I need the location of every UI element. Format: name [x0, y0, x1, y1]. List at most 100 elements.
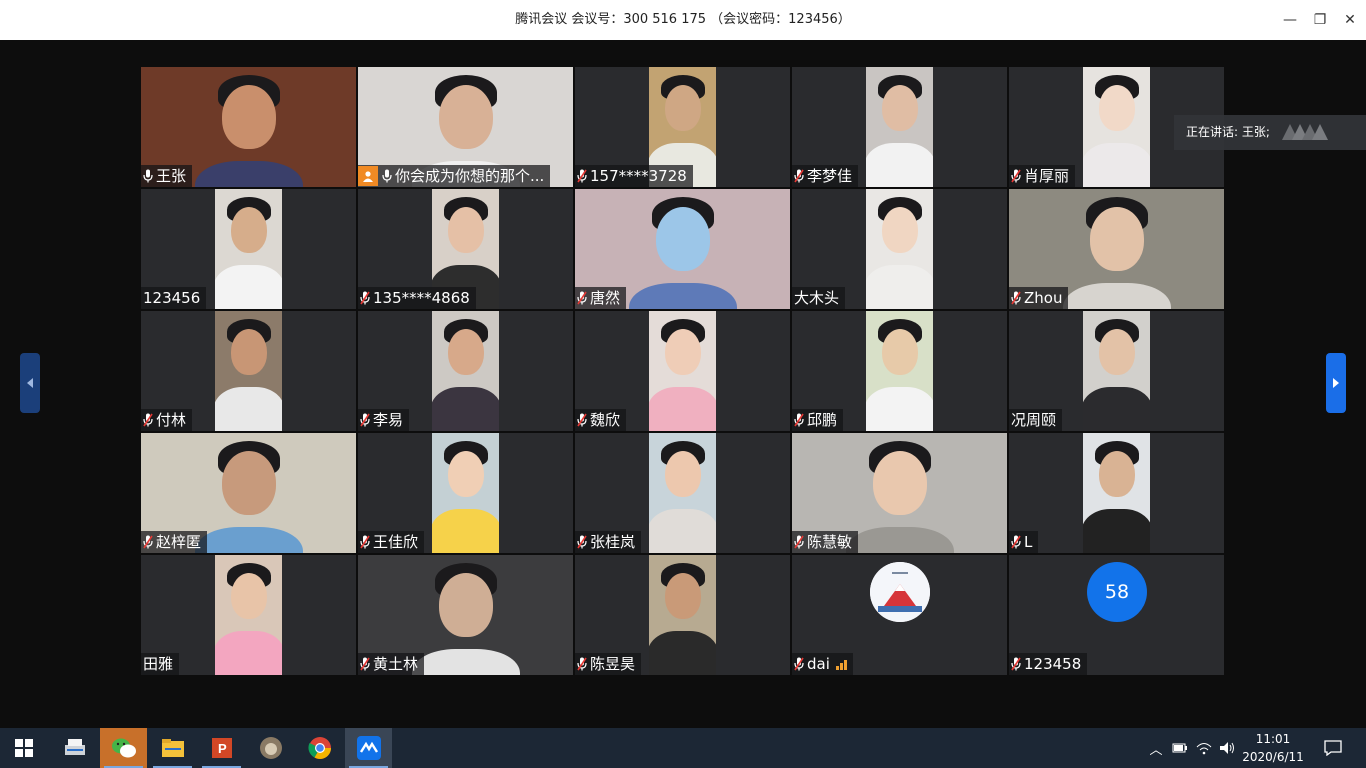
windows-logo-icon: [14, 739, 33, 757]
participant-name: 你会成为你想的那个...: [395, 167, 545, 185]
battery-icon[interactable]: [1170, 738, 1190, 758]
mic-muted-icon: [360, 291, 370, 305]
participant-name-tag: 123458: [1009, 653, 1088, 675]
mic-muted-icon: [794, 657, 804, 671]
mic-muted-icon: [577, 535, 587, 549]
previous-page-button[interactable]: [20, 353, 40, 413]
participant-tile[interactable]: 135****4868: [358, 189, 573, 309]
show-hidden-icons-button[interactable]: ︿: [1146, 738, 1166, 758]
action-center-icon[interactable]: [1322, 738, 1344, 758]
participant-name-tag: 王张: [141, 165, 193, 187]
participant-name: 田雅: [143, 655, 174, 673]
clock-time: 11:01: [1255, 732, 1291, 746]
taskbar-scanner[interactable]: [51, 728, 98, 768]
participant-name-tag: dai: [792, 653, 853, 675]
participant-name: 王张: [156, 167, 187, 185]
participant-tile[interactable]: 陈昱昊: [575, 555, 790, 675]
participant-tile[interactable]: 魏欣: [575, 311, 790, 431]
folder-icon: [161, 739, 184, 757]
video-feed: [1083, 433, 1150, 553]
participant-name-tag: 魏欣: [575, 409, 627, 431]
taskbar-chrome[interactable]: [296, 728, 343, 768]
taskbar-tencent-meeting[interactable]: [345, 728, 392, 768]
participant-tile[interactable]: 王张: [141, 67, 356, 187]
participant-name-tag: 肖厚丽: [1009, 165, 1076, 187]
participant-name: 王佳欣: [373, 533, 419, 551]
participant-tile[interactable]: dai: [792, 555, 1007, 675]
start-button[interactable]: [0, 728, 47, 768]
mic-muted-icon: [1011, 291, 1021, 305]
participant-tile[interactable]: 王佳欣: [358, 433, 573, 553]
participant-tile[interactable]: 邱鹏: [792, 311, 1007, 431]
taskbar-wechat[interactable]: [100, 728, 147, 768]
taskbar-powerpoint[interactable]: P: [198, 728, 245, 768]
participant-tile[interactable]: 大木头: [792, 189, 1007, 309]
mic-muted-icon: [794, 413, 804, 427]
mic-muted-icon: [143, 413, 153, 427]
clock-date: 2020/6/11: [1242, 750, 1304, 764]
participant-tile[interactable]: 张桂岚: [575, 433, 790, 553]
wechat-icon: [111, 738, 136, 758]
participant-tile[interactable]: L: [1009, 433, 1224, 553]
participant-name: L: [1024, 533, 1033, 551]
taskbar-photos[interactable]: [247, 728, 294, 768]
mic-muted-icon: [143, 535, 153, 549]
participant-tile[interactable]: 你会成为你想的那个...: [358, 67, 573, 187]
volume-icon[interactable]: [1218, 738, 1238, 758]
active-speaker-label: 正在讲话: 王张;: [1186, 125, 1270, 139]
mic-muted-icon: [360, 657, 370, 671]
taskbar-clock[interactable]: 11:01 2020/6/11: [1240, 730, 1306, 766]
participant-name: Zhou: [1024, 289, 1063, 307]
participant-tile[interactable]: Zhou: [1009, 189, 1224, 309]
participant-tile[interactable]: 58 123458: [1009, 555, 1224, 675]
participant-name: 135****4868: [373, 289, 470, 307]
host-icon: [358, 166, 378, 186]
minimize-button[interactable]: —: [1275, 0, 1305, 40]
title-bar: 腾讯会议 会议号：300 516 175 （会议密码：123456） — ❐ ✕: [0, 0, 1366, 40]
participant-tile[interactable]: 157****3728: [575, 67, 790, 187]
participant-name: 陈慧敏: [807, 533, 853, 551]
speaker-avatar-icon: [1282, 124, 1328, 140]
participant-name-tag: L: [1009, 531, 1039, 553]
network-signal-icon: [835, 658, 847, 670]
video-feed: [432, 311, 499, 431]
participant-tile[interactable]: 赵梓匿: [141, 433, 356, 553]
mic-muted-icon: [577, 291, 587, 305]
participant-tile[interactable]: 陈慧敏: [792, 433, 1007, 553]
participant-tile[interactable]: 黄土林: [358, 555, 573, 675]
windows-taskbar: P ︿ 11:01 2020/6/11: [0, 728, 1366, 768]
video-feed: [215, 189, 282, 309]
restore-button[interactable]: ❐: [1305, 0, 1335, 40]
participant-name: 付林: [156, 411, 187, 429]
mic-muted-icon: [794, 169, 804, 183]
video-feed: [1083, 311, 1150, 431]
participant-name-tag: 黄土林: [358, 653, 425, 675]
participant-name: 张桂岚: [590, 533, 636, 551]
participant-tile[interactable]: 唐然: [575, 189, 790, 309]
participant-name-tag: 123456: [141, 287, 207, 309]
scanner-icon: [64, 739, 85, 755]
participant-tile[interactable]: 123456: [141, 189, 356, 309]
video-feed: [215, 311, 282, 431]
participant-name: 肖厚丽: [1024, 167, 1070, 185]
participant-name-tag: 157****3728: [575, 165, 693, 187]
participant-tile[interactable]: 田雅: [141, 555, 356, 675]
chrome-icon: [307, 737, 331, 759]
mic-muted-icon: [1011, 535, 1021, 549]
participant-name: dai: [807, 655, 830, 673]
wifi-icon[interactable]: [1194, 738, 1214, 758]
video-feed: [649, 555, 716, 675]
mic-icon: [143, 169, 153, 183]
participant-tile[interactable]: 付林: [141, 311, 356, 431]
svg-text:P: P: [218, 741, 227, 756]
participant-tile[interactable]: 况周颐: [1009, 311, 1224, 431]
participant-tile[interactable]: 李易: [358, 311, 573, 431]
next-page-button[interactable]: [1326, 353, 1346, 413]
taskbar-file-explorer[interactable]: [149, 728, 196, 768]
mic-muted-icon: [577, 169, 587, 183]
participant-name: 李梦佳: [807, 167, 853, 185]
close-button[interactable]: ✕: [1335, 0, 1365, 40]
participant-name: 黄土林: [373, 655, 419, 673]
participant-tile[interactable]: 李梦佳: [792, 67, 1007, 187]
mic-muted-icon: [577, 413, 587, 427]
